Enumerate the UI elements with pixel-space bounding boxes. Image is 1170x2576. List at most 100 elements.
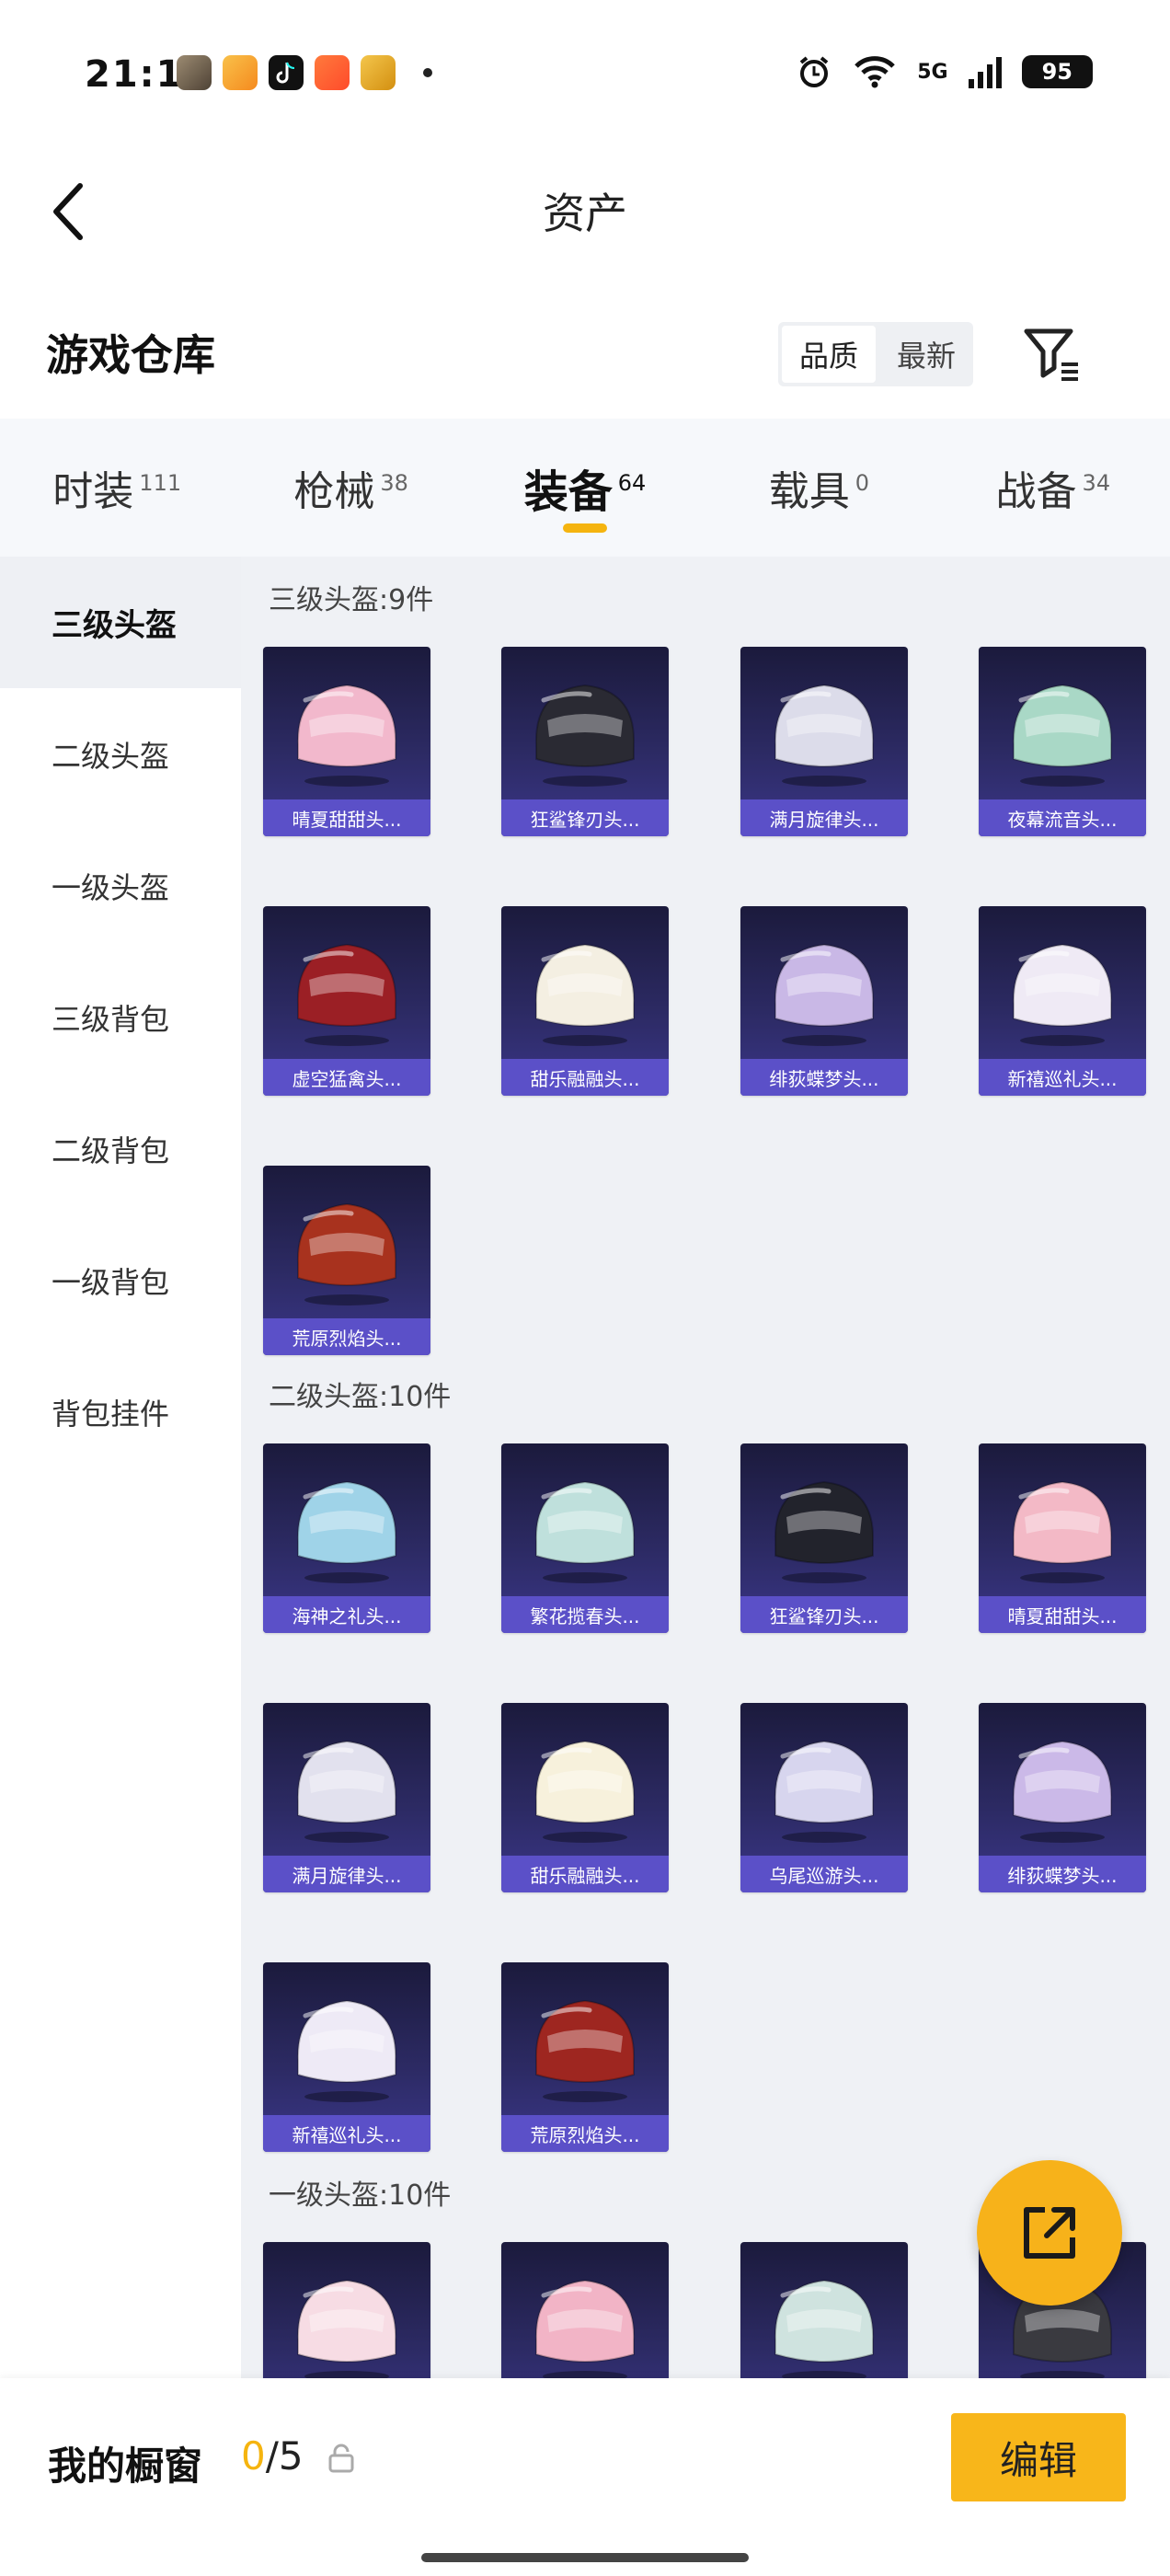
helmet-item-card[interactable]: 虚空猛禽头... bbox=[263, 906, 430, 1096]
helmet-icon bbox=[1012, 1740, 1113, 1843]
tab-count: 111 bbox=[139, 470, 182, 496]
showcase-total: /5 bbox=[265, 2433, 304, 2478]
sidebar-item-level3-backpack[interactable]: 三级背包 bbox=[0, 951, 241, 1083]
notification-dot-icon bbox=[423, 68, 432, 77]
helmet-icon bbox=[296, 2279, 397, 2378]
section-title: 二级头盔:10件 bbox=[269, 1381, 452, 1413]
helmet-icon bbox=[296, 1480, 397, 1583]
sidebar-item-level1-helmet[interactable]: 一级头盔 bbox=[0, 820, 241, 951]
item-name: 新禧巡礼头... bbox=[263, 2115, 430, 2152]
helmet-item-card[interactable]: 繁花揽春头... bbox=[501, 1443, 669, 1633]
helmet-item-card[interactable]: 荒原烈焰头... bbox=[263, 1166, 430, 1355]
tab-supplies[interactable]: 战备 34 bbox=[936, 419, 1170, 557]
tiktok-icon bbox=[269, 55, 304, 90]
helmet-item-card[interactable] bbox=[501, 2242, 669, 2378]
tab-equipment[interactable]: 装备 64 bbox=[468, 419, 702, 557]
helmet-item-card[interactable]: 满月旋律头... bbox=[263, 1703, 430, 1892]
tab-count: 0 bbox=[855, 470, 870, 496]
helmet-item-card[interactable]: 海神之礼头... bbox=[263, 1443, 430, 1633]
tab-label: 枪械 bbox=[293, 468, 375, 515]
helmet-icon bbox=[534, 1480, 636, 1583]
helmet-item-card[interactable]: 荒原烈焰头... bbox=[501, 1962, 669, 2152]
helmet-icon bbox=[296, 1999, 397, 2102]
sidebar-item-level1-backpack[interactable]: 一级背包 bbox=[0, 1214, 241, 1346]
helmet-icon bbox=[534, 684, 636, 787]
helmet-item-card[interactable] bbox=[740, 2242, 908, 2378]
helmet-icon bbox=[774, 2279, 875, 2378]
showcase-count: 0/5 bbox=[241, 2433, 304, 2478]
tab-weapons[interactable]: 枪械 38 bbox=[234, 419, 467, 557]
sidebar-item-level3-helmet[interactable]: 三级头盔 bbox=[0, 557, 241, 688]
item-name: 狂鲨锋刃头... bbox=[740, 1596, 908, 1633]
category-tabs: 时装 111 枪械 38 装备 64 载具 0 战备 34 bbox=[0, 419, 1170, 557]
filter-icon bbox=[1024, 328, 1078, 381]
page-title: 资产 bbox=[543, 189, 627, 238]
sort-latest-option[interactable]: 最新 bbox=[879, 322, 973, 386]
helmet-item-card[interactable]: 乌尾巡游头... bbox=[740, 1703, 908, 1892]
warehouse-title: 游戏仓库 bbox=[46, 330, 215, 380]
helmet-item-card[interactable]: 绯荻蝶梦头... bbox=[740, 906, 908, 1096]
lock-icon bbox=[328, 2444, 354, 2473]
sort-quality-option[interactable]: 品质 bbox=[782, 326, 876, 383]
subcategory-sidebar: 三级头盔 二级头盔 一级头盔 三级背包 二级背包 一级背包 背包挂件 bbox=[0, 557, 241, 2378]
helmet-icon bbox=[1012, 943, 1113, 1046]
sidebar-item-level2-helmet[interactable]: 二级头盔 bbox=[0, 688, 241, 820]
tab-count: 38 bbox=[380, 470, 408, 496]
tab-label: 载具 bbox=[768, 468, 850, 515]
helmet-item-card[interactable]: 绯荻蝶梦头... bbox=[979, 1703, 1146, 1892]
helmet-icon bbox=[774, 684, 875, 787]
helmet-icon bbox=[534, 1740, 636, 1843]
helmet-icon bbox=[296, 684, 397, 787]
share-external-icon bbox=[1024, 2207, 1075, 2259]
item-name: 甜乐融融头... bbox=[501, 1059, 669, 1096]
item-name: 新禧巡礼头... bbox=[979, 1059, 1146, 1096]
share-button[interactable] bbox=[977, 2160, 1122, 2306]
helmet-item-card[interactable]: 新禧巡礼头... bbox=[263, 1962, 430, 2152]
item-name: 夜幕流音头... bbox=[979, 799, 1146, 836]
edit-button[interactable]: 编辑 bbox=[951, 2413, 1126, 2501]
filter-button[interactable] bbox=[1021, 324, 1084, 386]
item-name: 满月旋律头... bbox=[263, 1856, 430, 1892]
helmet-item-card[interactable]: 新禧巡礼头... bbox=[979, 906, 1146, 1096]
helmet-icon bbox=[774, 1480, 875, 1583]
helmet-icon bbox=[534, 2279, 636, 2378]
item-name: 狂鲨锋刃头... bbox=[501, 799, 669, 836]
tab-label: 时装 bbox=[52, 468, 134, 515]
item-name: 甜乐融融头... bbox=[501, 1856, 669, 1892]
item-name: 荒原烈焰头... bbox=[263, 1318, 430, 1355]
helmet-icon bbox=[774, 943, 875, 1046]
helmet-item-card[interactable]: 甜乐融融头... bbox=[501, 1703, 669, 1892]
status-bar: 21:10 5G 95 bbox=[0, 0, 1170, 147]
helmet-item-card[interactable] bbox=[263, 2242, 430, 2378]
helmet-item-card[interactable]: 狂鲨锋刃头... bbox=[740, 1443, 908, 1633]
sidebar-item-backpack-charm[interactable]: 背包挂件 bbox=[0, 1346, 241, 1478]
item-name: 满月旋律头... bbox=[740, 799, 908, 836]
helmet-item-card[interactable]: 夜幕流音头... bbox=[979, 647, 1146, 836]
item-name: 海神之礼头... bbox=[263, 1596, 430, 1633]
helmet-icon bbox=[534, 1999, 636, 2102]
helmet-item-card[interactable]: 甜乐融融头... bbox=[501, 906, 669, 1096]
helmet-icon bbox=[774, 1740, 875, 1843]
network-type: 5G bbox=[917, 60, 948, 84]
signal-icon bbox=[968, 55, 1002, 88]
tab-count: 34 bbox=[1082, 470, 1111, 496]
helmet-item-card[interactable]: 晴夏甜甜头... bbox=[263, 647, 430, 836]
section-title: 三级头盔:9件 bbox=[269, 584, 434, 616]
item-name: 虚空猛禽头... bbox=[263, 1059, 430, 1096]
helmet-icon bbox=[1012, 1480, 1113, 1583]
showcase-bar: 我的橱窗 0/5 编辑 bbox=[0, 2378, 1170, 2576]
sidebar-item-level2-backpack[interactable]: 二级背包 bbox=[0, 1083, 241, 1214]
tab-fashion[interactable]: 时装 111 bbox=[0, 419, 234, 557]
helmet-icon bbox=[296, 1202, 397, 1305]
helmet-icon bbox=[296, 943, 397, 1046]
tab-vehicles[interactable]: 载具 0 bbox=[702, 419, 935, 557]
helmet-item-card[interactable]: 满月旋律头... bbox=[740, 647, 908, 836]
helmet-icon bbox=[534, 943, 636, 1046]
sort-toggle: 品质 最新 bbox=[778, 322, 973, 386]
helmet-item-card[interactable]: 狂鲨锋刃头... bbox=[501, 647, 669, 836]
helmet-item-card[interactable]: 晴夏甜甜头... bbox=[979, 1443, 1146, 1633]
item-name: 乌尾巡游头... bbox=[740, 1856, 908, 1892]
tab-label: 装备 bbox=[523, 466, 613, 518]
shopping-app-icon bbox=[223, 55, 258, 90]
helmet-icon bbox=[296, 1740, 397, 1843]
